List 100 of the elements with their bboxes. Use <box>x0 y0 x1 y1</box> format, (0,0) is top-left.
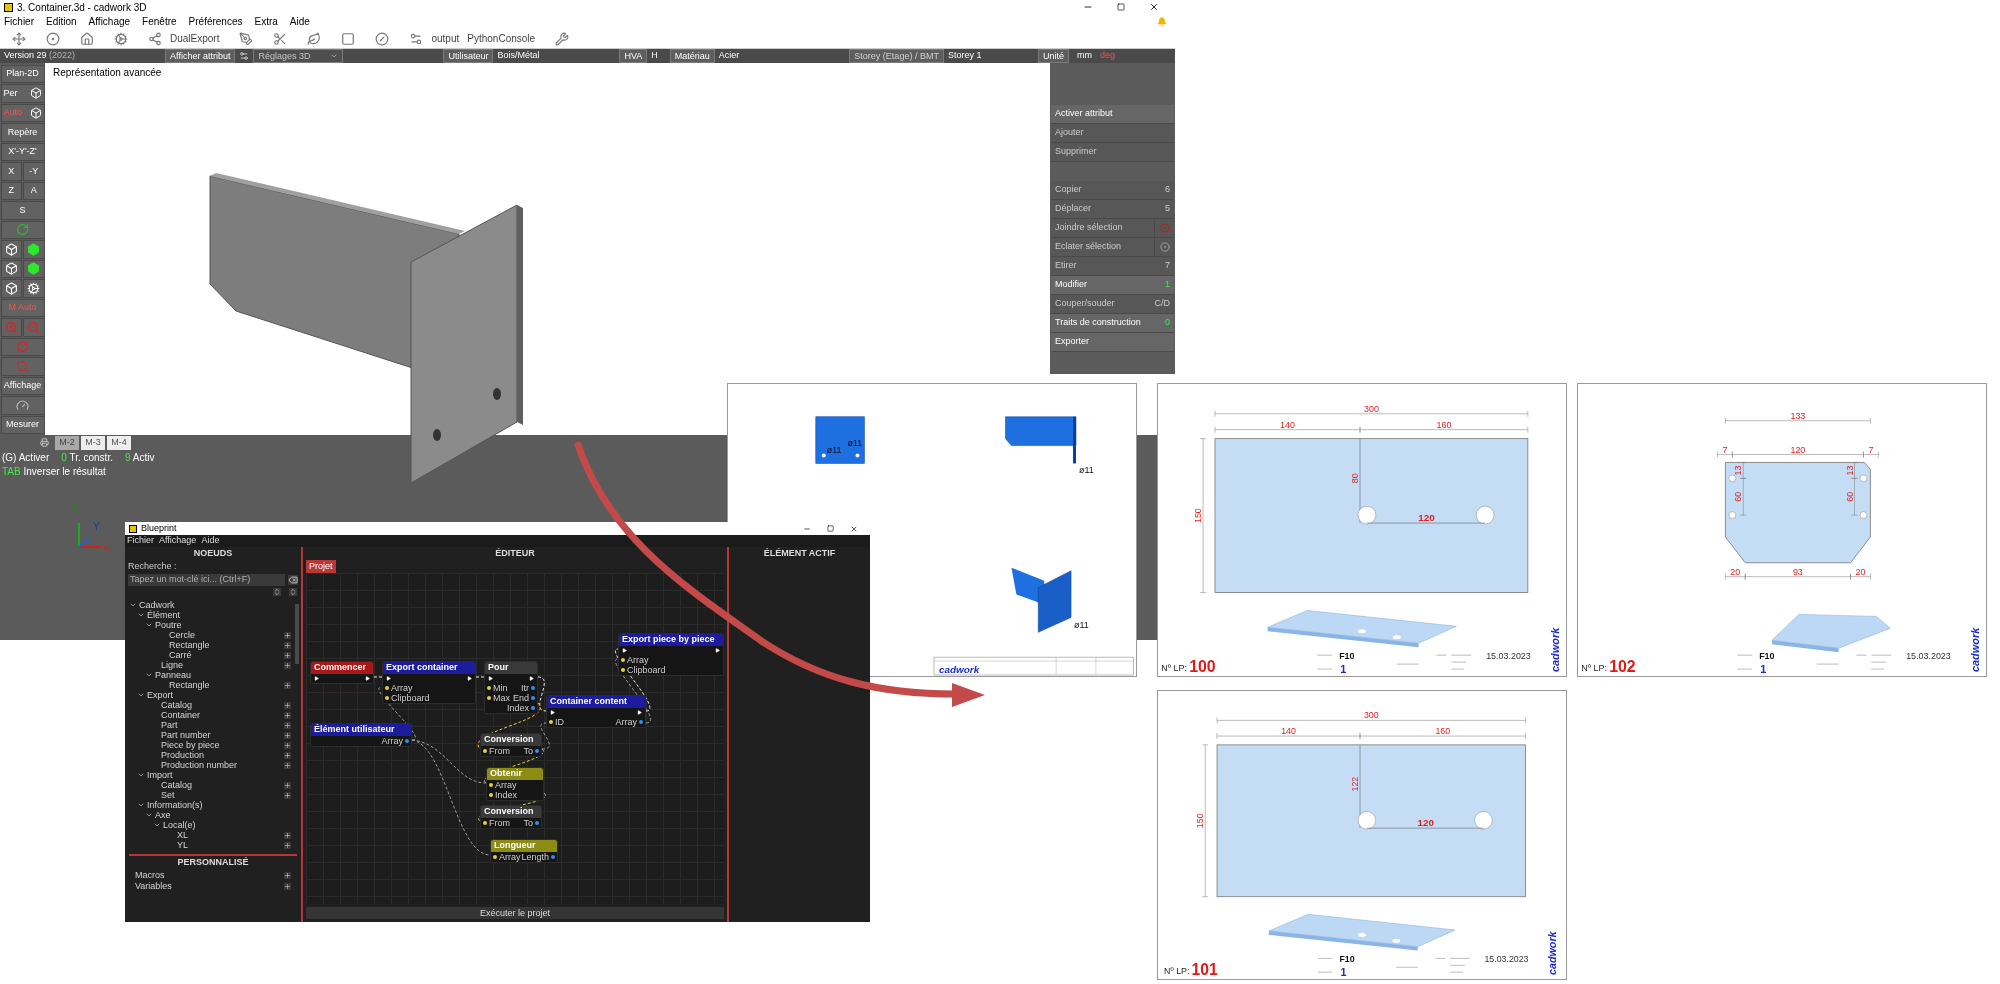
add-icon[interactable] <box>284 701 291 709</box>
command-button[interactable]: Couper/souder C/D <box>1051 295 1174 313</box>
tree-item[interactable]: Production <box>161 750 205 760</box>
add-icon[interactable] <box>284 681 291 689</box>
toolbar-button[interactable]: X'-Y'-Z' <box>0 142 45 161</box>
add-icon[interactable] <box>284 791 291 799</box>
graph-node[interactable]: Commencer <box>310 661 374 684</box>
gears-icon[interactable] <box>27 281 41 295</box>
command-button[interactable]: Modifier 1 <box>1051 276 1174 294</box>
toolbar-button[interactable]: Repère <box>0 123 45 142</box>
settings-icon[interactable] <box>239 51 250 61</box>
graph-node[interactable]: Pour Min Itr Max End Index <box>484 661 538 714</box>
close-icon[interactable] <box>1149 2 1159 12</box>
pen-icon[interactable] <box>239 31 254 46</box>
command-button[interactable]: Déplacer 5 <box>1051 200 1174 218</box>
square-icon[interactable] <box>341 31 356 46</box>
add-icon[interactable] <box>284 883 291 890</box>
view-tab[interactable]: M-3 <box>81 435 105 450</box>
tree-item[interactable]: Poutre <box>155 620 182 630</box>
tree-item[interactable]: Cadwork <box>139 600 175 610</box>
add-icon[interactable] <box>284 781 291 789</box>
sliders-icon[interactable] <box>409 31 424 46</box>
protractor-icon[interactable] <box>16 398 29 412</box>
add-icon[interactable] <box>284 741 291 749</box>
graph-node[interactable]: Obtenir Array Index <box>486 767 544 801</box>
tree-item[interactable]: Set <box>161 790 175 800</box>
command-button[interactable]: Exporter <box>1051 333 1174 351</box>
tree-item[interactable]: Catalog <box>161 780 193 790</box>
command-button[interactable]: Eclater sélection <box>1051 238 1154 256</box>
tree-item[interactable]: Rectangle <box>169 680 210 690</box>
toolbar-button[interactable]: X <box>0 162 22 181</box>
toolbar-button[interactable]: Plan-2D <box>0 64 45 83</box>
graph-node[interactable]: Container content ID Array <box>546 695 646 728</box>
command-button[interactable]: Supprimer <box>1051 143 1174 161</box>
add-icon[interactable] <box>284 651 291 659</box>
add-icon[interactable] <box>284 872 291 879</box>
command-button[interactable]: Traits de construction 0 <box>1051 314 1174 332</box>
expand-icon[interactable] <box>129 601 137 609</box>
tree-item[interactable]: Carré <box>169 650 192 660</box>
expand-icon[interactable] <box>145 621 153 629</box>
toolbar-button[interactable]: Mesurer <box>0 415 45 434</box>
menu-item[interactable]: Fichier <box>4 14 34 29</box>
expand-icon[interactable] <box>137 611 145 619</box>
leaf-icon[interactable] <box>307 31 322 46</box>
add-icon[interactable] <box>284 661 291 669</box>
menu-item[interactable]: Edition <box>46 14 77 29</box>
graph-node[interactable]: Export container Array Clipboard <box>382 661 476 704</box>
cube-icon[interactable] <box>27 262 41 276</box>
toolbar-button[interactable]: DualExport <box>170 31 220 46</box>
menu-item[interactable]: Préférences <box>188 14 243 29</box>
tree-item[interactable]: Container <box>161 710 201 720</box>
add-icon[interactable] <box>284 631 291 639</box>
add-icon[interactable] <box>284 731 291 739</box>
tree-item[interactable]: Élément <box>147 610 181 620</box>
menu-item[interactable]: Extra <box>254 14 278 29</box>
command-button[interactable]: Joindre sélection <box>1051 219 1154 237</box>
tree-item[interactable]: Import <box>147 770 173 780</box>
menu-item[interactable]: Fenêtre <box>142 14 177 29</box>
add-icon[interactable] <box>284 711 291 719</box>
run-button[interactable]: Exécuter le projet <box>306 907 724 919</box>
tree-item[interactable]: YL <box>177 840 188 850</box>
tree-item[interactable]: Panneau <box>155 670 192 680</box>
expand-icon[interactable] <box>153 821 161 829</box>
maximize-icon[interactable] <box>827 525 834 532</box>
menu-item[interactable]: Aide <box>289 14 310 29</box>
maximize-icon[interactable] <box>1117 3 1125 11</box>
tree-item[interactable]: Axe <box>155 810 171 820</box>
search-field[interactable]: Tapez un mot-clé ici... (Ctrl+F) <box>128 573 285 586</box>
tree-item[interactable]: Export <box>147 690 173 700</box>
collapse-all-icon[interactable] <box>289 588 297 596</box>
close-icon[interactable] <box>850 524 858 533</box>
editor-tab[interactable]: Projet <box>306 560 336 574</box>
expand-all-icon[interactable] <box>273 588 281 596</box>
menu-item[interactable]: Affichage <box>88 14 131 29</box>
house-icon[interactable] <box>80 31 94 46</box>
add-icon[interactable] <box>284 841 291 849</box>
tree-item[interactable]: Part number <box>161 730 211 740</box>
wrench-icon[interactable] <box>555 31 570 46</box>
printer-icon[interactable] <box>40 438 49 447</box>
graph-node[interactable]: Export piece by piece Array Clipboard <box>618 633 724 676</box>
tree-item[interactable]: Cercle <box>169 630 195 640</box>
tree-item[interactable]: Production number <box>161 760 238 770</box>
expand-icon[interactable] <box>137 771 145 779</box>
tree-item[interactable]: Catalog <box>161 700 193 710</box>
toolbar-button[interactable]: Z <box>0 181 22 200</box>
graph-node[interactable]: Conversion From To <box>480 733 542 757</box>
command-button[interactable]: Etirer 7 <box>1051 257 1174 275</box>
toolbar-button[interactable]: A <box>23 181 45 200</box>
arrows-icon[interactable] <box>12 31 26 46</box>
menu-item[interactable]: Aide <box>201 534 220 548</box>
scissors-icon[interactable] <box>273 31 288 46</box>
toolbar-button[interactable]: Per <box>0 84 45 103</box>
tree-item[interactable]: Ligne <box>161 660 184 670</box>
view-tab[interactable]: M-2 <box>55 435 79 450</box>
tree-item[interactable]: Information(s) <box>147 800 203 810</box>
tree-item[interactable]: Piece by piece <box>161 740 220 750</box>
expand-icon[interactable] <box>145 671 153 679</box>
clear-icon[interactable] <box>288 574 298 585</box>
expand-icon[interactable] <box>137 801 145 809</box>
tree-item[interactable]: XL <box>177 830 188 840</box>
